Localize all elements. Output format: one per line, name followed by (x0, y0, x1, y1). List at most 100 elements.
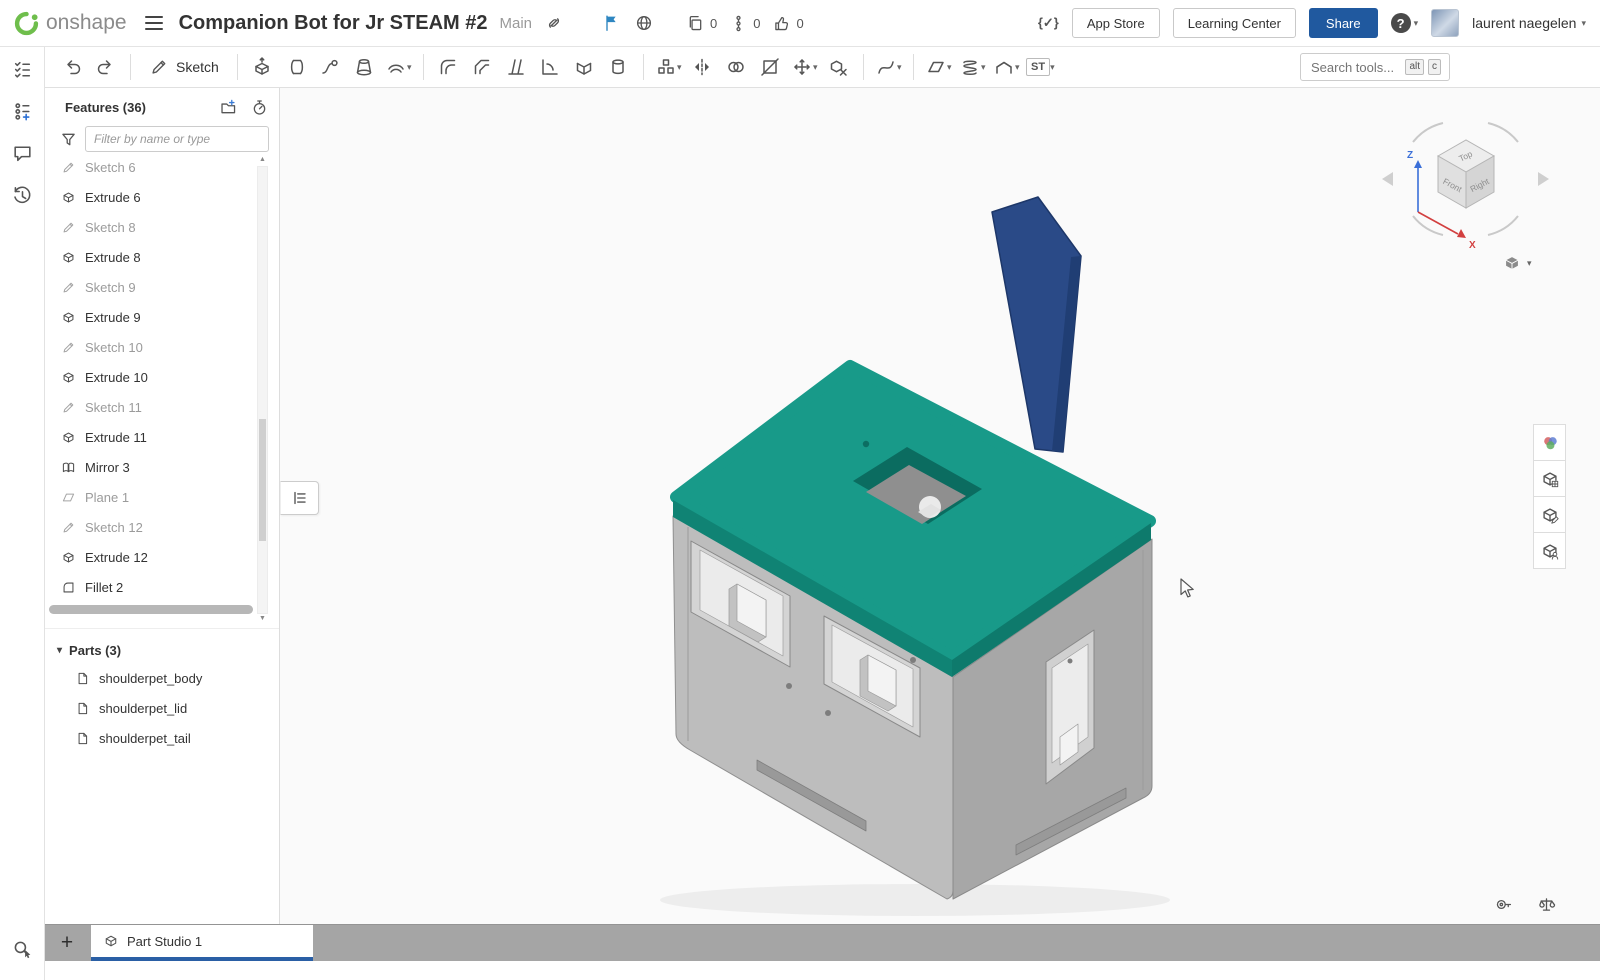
split-button[interactable] (754, 51, 787, 83)
feature-item[interactable]: Extrude 11 (57, 422, 279, 452)
appearance-panel-button[interactable] (1533, 424, 1566, 461)
hole-button[interactable] (602, 51, 635, 83)
view-cube[interactable]: Top Front Right Z X (1373, 110, 1558, 260)
feature-filter-input[interactable] (85, 126, 269, 152)
configurations-button[interactable] (9, 98, 35, 124)
thicken-button[interactable]: ▾ (382, 51, 415, 83)
mirror-button[interactable] (686, 51, 719, 83)
display-states-button[interactable] (1533, 460, 1566, 497)
graphics-viewport[interactable]: Top Front Right Z X ▾ (280, 88, 1600, 924)
part-list-item[interactable]: shoulderpet_lid (45, 693, 279, 723)
shell-button[interactable] (568, 51, 601, 83)
avatar[interactable] (1431, 9, 1459, 37)
link-icon[interactable] (544, 13, 564, 33)
rib-button[interactable] (534, 51, 567, 83)
feature-item[interactable]: Sketch 9 (57, 272, 279, 302)
comments-button[interactable] (9, 140, 35, 166)
scroll-down-icon[interactable]: ▼ (257, 615, 268, 622)
section-view-button[interactable] (1533, 532, 1566, 569)
feature-item-label: Extrude 11 (85, 430, 147, 445)
scrollbar-thumb[interactable] (259, 419, 266, 541)
named-views-button[interactable] (1533, 496, 1566, 533)
search-in-graphics-button[interactable] (10, 936, 36, 962)
curve-button[interactable]: ▾ (872, 51, 905, 83)
onshape-logo[interactable]: onshape (14, 11, 127, 36)
user-menu[interactable]: laurent naegelen ▾ (1472, 15, 1586, 31)
linear-pattern-button[interactable]: ▾ (652, 51, 685, 83)
feature-item[interactable]: Mirror 3 (57, 452, 279, 482)
tab-part-studio-1[interactable]: Part Studio 1 (91, 925, 313, 961)
feature-item[interactable]: Sketch 11 (57, 392, 279, 422)
chamfer-button[interactable] (466, 51, 499, 83)
feature-item[interactable]: Sketch 12 (57, 512, 279, 542)
loft-button[interactable] (348, 51, 381, 83)
rotate-arrow-icon[interactable] (1413, 216, 1443, 235)
versions-stat[interactable]: 0 (729, 14, 760, 33)
app-store-button[interactable]: App Store (1072, 8, 1160, 38)
sketch-button[interactable]: Sketch (139, 51, 229, 83)
boolean-button[interactable] (720, 51, 753, 83)
feature-item[interactable]: Sketch 10 (57, 332, 279, 362)
stopwatch-icon[interactable] (250, 98, 269, 117)
feature-item[interactable]: Sketch 8 (57, 212, 279, 242)
copies-stat[interactable]: 0 (686, 14, 717, 33)
insert-folder-icon[interactable] (219, 98, 238, 117)
caret-down-icon: ▾ (813, 63, 818, 72)
part-list-item[interactable]: shoulderpet_body (45, 663, 279, 693)
sweep-button[interactable] (314, 51, 347, 83)
view-options-button[interactable]: ▾ (1502, 253, 1532, 273)
extrude-button[interactable] (246, 51, 279, 83)
feature-item[interactable]: Extrude 12 (57, 542, 279, 572)
part-list-item[interactable]: shoulderpet_tail (45, 723, 279, 753)
undo-button[interactable] (55, 51, 88, 83)
education-flag-icon[interactable] (602, 13, 622, 33)
search-tools-input[interactable] (1309, 59, 1401, 76)
draft-button[interactable] (500, 51, 533, 83)
rotate-left-icon[interactable] (1382, 172, 1393, 186)
history-button[interactable] (9, 182, 35, 208)
separator (423, 54, 424, 80)
custom-feature-button[interactable]: ST▾ (1024, 51, 1057, 83)
rotate-arrow-icon[interactable] (1488, 216, 1518, 235)
scroll-up-icon[interactable]: ▲ (257, 156, 268, 163)
feature-item[interactable]: Extrude 6 (57, 182, 279, 212)
feature-item[interactable]: Extrude 8 (57, 242, 279, 272)
measure-icon[interactable] (1494, 895, 1513, 914)
rotate-arrow-icon[interactable] (1488, 123, 1518, 142)
plane-button[interactable]: ▾ (922, 51, 955, 83)
feature-item[interactable]: Sketch 6 (57, 152, 279, 182)
parts-section-header[interactable]: ▾ Parts (3) (45, 637, 279, 663)
featurescript-icon[interactable]: {✓} (1038, 15, 1059, 31)
document-title[interactable]: Companion Bot for Jr STEAM #2 (179, 12, 488, 35)
fillet-button[interactable] (432, 51, 465, 83)
add-tab-button[interactable]: + (51, 925, 83, 961)
learning-center-button[interactable]: Learning Center (1173, 8, 1296, 38)
feature-list-vertical-scrollbar[interactable] (257, 166, 268, 614)
likes-stat[interactable]: 0 (772, 14, 803, 33)
mass-properties-icon[interactable] (1537, 895, 1556, 914)
filter-funnel-icon[interactable] (59, 130, 78, 149)
feature-list-horizontal-scrollbar[interactable] (49, 605, 253, 614)
redo-button[interactable] (89, 51, 122, 83)
feature-item[interactable]: Fillet 2 (57, 572, 279, 602)
features-panel-button[interactable] (9, 56, 35, 82)
rotate-arrow-icon[interactable] (1413, 123, 1443, 142)
feature-item[interactable]: Extrude 9 (57, 302, 279, 332)
feature-item[interactable]: Extrude 10 (57, 362, 279, 392)
share-button[interactable]: Share (1309, 8, 1378, 38)
feature-item[interactable]: Plane 1 (57, 482, 279, 512)
transform-button[interactable]: ▾ (788, 51, 821, 83)
sheet-metal-button[interactable]: ▾ (990, 51, 1023, 83)
revolve-button[interactable] (280, 51, 313, 83)
helix-button[interactable]: ▾ (956, 51, 989, 83)
rotate-right-icon[interactable] (1538, 172, 1549, 186)
main-menu-button[interactable] (145, 16, 163, 31)
public-globe-icon[interactable] (634, 13, 654, 33)
home-cube-icon (1502, 253, 1522, 273)
extrude-icon (61, 370, 76, 385)
search-tools-box[interactable]: alt c (1300, 53, 1450, 81)
help-menu[interactable]: ? ▾ (1391, 13, 1419, 33)
workspace-label[interactable]: Main (499, 15, 532, 32)
panel-collapse-handle[interactable] (280, 481, 319, 515)
delete-part-button[interactable] (822, 51, 855, 83)
